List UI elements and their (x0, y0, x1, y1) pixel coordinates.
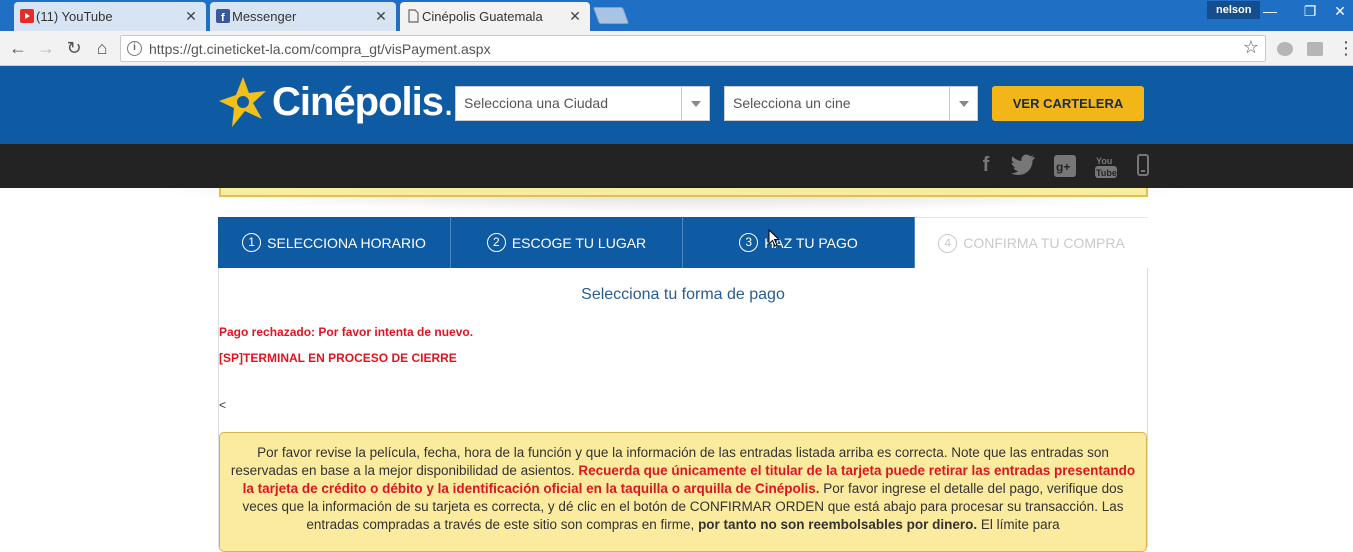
logo-star-icon (219, 77, 266, 127)
tab-youtube[interactable]: (11) YouTube ✕ (14, 2, 206, 31)
site-header: Cinépolis . Selecciona una Ciudad Selecc… (0, 66, 1353, 144)
error-detail: [SP]TERMINAL EN PROCESO DE CIERRE (219, 351, 457, 365)
forward-icon[interactable]: → (34, 37, 58, 59)
step-label: CONFIRMA TU COMPRA (963, 235, 1125, 251)
step-number: 3 (739, 233, 759, 252)
chevron-down-icon[interactable] (681, 87, 709, 120)
step-label: ESCOGE TU LUGAR (511, 234, 647, 251)
drive-icon[interactable] (1307, 42, 1323, 56)
step-selecciona-horario[interactable]: 1 SELECCIONA HORARIO (218, 217, 451, 268)
logo-text: Cinépolis (272, 79, 444, 124)
svg-text:Tube: Tube (1096, 168, 1117, 178)
back-icon[interactable]: ← (6, 37, 30, 59)
facebook-icon[interactable]: f (978, 154, 994, 177)
google-plus-icon[interactable]: g+ (1053, 154, 1077, 184)
step-number: 2 (486, 233, 506, 252)
logo-dot: . (443, 79, 455, 124)
facebook-icon: f (216, 9, 230, 24)
cinema-select[interactable]: Selecciona un cine (724, 86, 978, 121)
tab-messenger[interactable]: f Messenger ✕ (210, 2, 396, 31)
home-icon[interactable]: ⌂ (90, 37, 114, 59)
notice-text: El límite para (977, 517, 1060, 532)
mobile-icon[interactable] (1136, 154, 1150, 182)
close-icon[interactable]: ✕ (374, 8, 388, 25)
svg-text:f: f (221, 12, 225, 23)
twitter-icon[interactable] (1010, 154, 1036, 182)
new-tab-button[interactable] (592, 7, 630, 24)
notice-strip (219, 188, 1148, 197)
cinepolis-logo[interactable]: Cinépolis . (218, 75, 454, 129)
youtube-icon[interactable]: You Tube (1094, 154, 1118, 186)
payment-title: Selecciona tu forma de pago (581, 286, 785, 303)
notice-nonrefundable: por tanto no son reembolsables por diner… (698, 517, 978, 532)
ver-cartelera-button[interactable]: VER CARTELERA (992, 86, 1144, 121)
extension-icon[interactable] (1277, 42, 1293, 56)
mouse-cursor-icon (768, 229, 780, 247)
info-icon[interactable]: i (127, 41, 142, 56)
close-window-icon[interactable]: ✕ (1317, 0, 1353, 25)
browser-tab-strip: (11) YouTube ✕ f Messenger ✕ Cinépolis G… (0, 0, 1353, 31)
svg-text:You: You (1096, 156, 1112, 166)
cinema-select-value: Selecciona un cine (733, 95, 851, 111)
purchase-notice: Por favor revise la película, fecha, hor… (219, 432, 1147, 552)
address-bar[interactable]: i https://gt.cineticket-la.com/compra_gt… (120, 35, 1266, 62)
svg-text:g+: g+ (1056, 160, 1070, 174)
chevron-down-icon[interactable] (949, 87, 977, 120)
city-select-value: Selecciona una Ciudad (464, 95, 608, 111)
step-number: 4 (938, 233, 958, 253)
step-haz-tu-pago[interactable]: 3 HAZ TU PAGO (683, 217, 915, 268)
url-text[interactable]: https://gt.cineticket-la.com/compra_gt/v… (149, 41, 491, 57)
step-number: 1 (242, 233, 262, 252)
close-icon[interactable]: ✕ (568, 8, 582, 25)
tab-cinepolis[interactable]: Cinépolis Guatemala ✕ (400, 2, 590, 31)
document-icon (406, 9, 420, 23)
menu-icon[interactable]: ⋮ (1334, 37, 1353, 59)
reload-icon[interactable]: ↻ (62, 37, 86, 59)
tab-title: Messenger (232, 9, 297, 24)
error-message: Pago rechazado: Por favor intenta de nue… (219, 325, 474, 339)
youtube-icon (20, 9, 34, 23)
star-icon[interactable]: ☆ (1243, 37, 1259, 58)
browser-toolbar: ← → ↻ ⌂ i https://gt.cineticket-la.com/c… (0, 31, 1353, 66)
checkout-steps: 1 SELECCIONA HORARIO 2 ESCOGE TU LUGAR 3… (218, 217, 1148, 268)
close-icon[interactable]: ✕ (184, 8, 198, 25)
tab-title: Cinépolis Guatemala (422, 9, 543, 24)
step-confirma-compra: 4 CONFIRMA TU COMPRA (915, 217, 1148, 268)
tab-title: (11) YouTube (36, 9, 113, 24)
stray-text: < (219, 398, 227, 412)
step-label: SELECCIONA HORARIO (267, 234, 426, 251)
social-bar: f g+ You Tube (0, 144, 1353, 188)
step-escoge-lugar[interactable]: 2 ESCOGE TU LUGAR (451, 217, 683, 268)
city-select[interactable]: Selecciona una Ciudad (455, 86, 710, 121)
